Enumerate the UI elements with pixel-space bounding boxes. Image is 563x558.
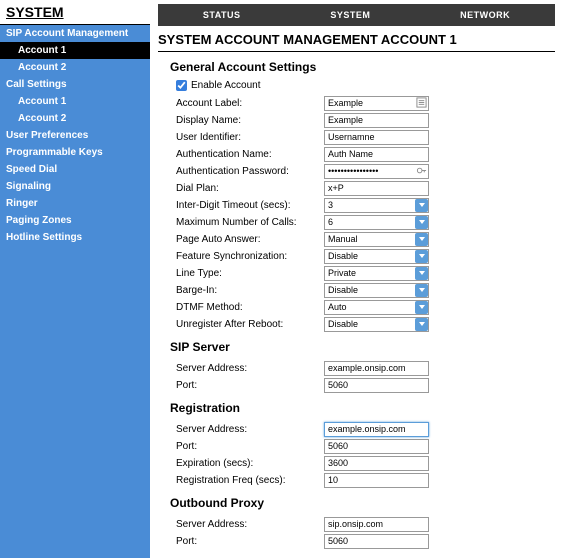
reg-port-lbl: Port:	[176, 441, 324, 452]
page-auto-lbl: Page Auto Answer:	[176, 234, 324, 245]
contacts-icon[interactable]	[416, 97, 427, 108]
sidebar-item-10[interactable]: Ringer	[0, 195, 150, 212]
sip-port-lbl: Port:	[176, 380, 324, 391]
reg-expiration-lbl: Expiration (secs):	[176, 458, 324, 469]
interdigit-lbl: Inter-Digit Timeout (secs):	[176, 200, 324, 211]
interdigit-select[interactable]: 3	[324, 198, 429, 213]
page-auto-select[interactable]: Manual	[324, 232, 429, 247]
out-port-lbl: Port:	[176, 536, 324, 547]
sidebar-item-2[interactable]: Account 2	[0, 59, 150, 76]
section-outbound: Outbound Proxy	[170, 496, 555, 510]
reg-freq-input[interactable]	[324, 473, 429, 488]
enable-account-row: Enable Account	[176, 80, 555, 91]
sidebar-title: SYSTEM	[0, 0, 150, 25]
sidebar-item-9[interactable]: Signaling	[0, 178, 150, 195]
section-sip-server: SIP Server	[170, 340, 555, 354]
nav-network[interactable]: NETWORK	[460, 10, 510, 20]
barge-in-lbl: Barge-In:	[176, 285, 324, 296]
sidebar-item-11[interactable]: Paging Zones	[0, 212, 150, 229]
account-label-input[interactable]	[324, 96, 429, 111]
section-registration: Registration	[170, 401, 555, 415]
sidebar-item-8[interactable]: Speed Dial	[0, 161, 150, 178]
user-identifier-input[interactable]	[324, 130, 429, 145]
barge-in-select[interactable]: Disable	[324, 283, 429, 298]
auth-name-lbl: Authentication Name:	[176, 149, 324, 160]
sidebar: SYSTEM SIP Account ManagementAccount 1Ac…	[0, 0, 150, 558]
display-name-input[interactable]	[324, 113, 429, 128]
display-name-lbl: Display Name:	[176, 115, 324, 126]
maxcalls-select[interactable]: 6	[324, 215, 429, 230]
main: STATUS SYSTEM NETWORK SYSTEM ACCOUNT MAN…	[150, 0, 563, 558]
sidebar-item-5[interactable]: Account 2	[0, 110, 150, 127]
feature-sync-select[interactable]: Disable	[324, 249, 429, 264]
enable-account-label: Enable Account	[191, 80, 261, 91]
page-title: SYSTEM ACCOUNT MANAGEMENT ACCOUNT 1	[158, 32, 555, 52]
sip-port-input[interactable]	[324, 378, 429, 393]
dial-plan-input[interactable]	[324, 181, 429, 196]
dtmf-select[interactable]: Auto	[324, 300, 429, 315]
enable-account-checkbox[interactable]	[176, 80, 187, 91]
sidebar-item-0[interactable]: SIP Account Management	[0, 25, 150, 42]
user-identifier-lbl: User Identifier:	[176, 132, 324, 143]
reg-address-input[interactable]	[324, 422, 429, 437]
sidebar-item-1[interactable]: Account 1	[0, 42, 150, 59]
auth-name-input[interactable]	[324, 147, 429, 162]
sidebar-item-4[interactable]: Account 1	[0, 93, 150, 110]
reg-address-lbl: Server Address:	[176, 424, 324, 435]
account-label-lbl: Account Label:	[176, 98, 324, 109]
line-type-lbl: Line Type:	[176, 268, 324, 279]
maxcalls-lbl: Maximum Number of Calls:	[176, 217, 324, 228]
reg-port-input[interactable]	[324, 439, 429, 454]
dtmf-lbl: DTMF Method:	[176, 302, 324, 313]
line-type-select[interactable]: Private	[324, 266, 429, 281]
sidebar-item-7[interactable]: Programmable Keys	[0, 144, 150, 161]
out-port-input[interactable]	[324, 534, 429, 549]
sidebar-item-6[interactable]: User Preferences	[0, 127, 150, 144]
unreg-lbl: Unregister After Reboot:	[176, 319, 324, 330]
top-nav: STATUS SYSTEM NETWORK	[158, 4, 555, 26]
key-icon[interactable]	[416, 165, 427, 176]
auth-pw-input[interactable]	[324, 164, 429, 179]
out-address-input[interactable]	[324, 517, 429, 532]
nav-system[interactable]: SYSTEM	[330, 10, 370, 20]
sip-address-lbl: Server Address:	[176, 363, 324, 374]
reg-freq-lbl: Registration Freq (secs):	[176, 475, 324, 486]
sidebar-item-3[interactable]: Call Settings	[0, 76, 150, 93]
section-general: General Account Settings	[170, 60, 555, 74]
out-address-lbl: Server Address:	[176, 519, 324, 530]
feature-sync-lbl: Feature Synchronization:	[176, 251, 324, 262]
nav-status[interactable]: STATUS	[203, 10, 241, 20]
dial-plan-lbl: Dial Plan:	[176, 183, 324, 194]
auth-pw-lbl: Authentication Password:	[176, 166, 324, 177]
unreg-select[interactable]: Disable	[324, 317, 429, 332]
sidebar-item-12[interactable]: Hotline Settings	[0, 229, 150, 246]
reg-expiration-input[interactable]	[324, 456, 429, 471]
sip-address-input[interactable]	[324, 361, 429, 376]
